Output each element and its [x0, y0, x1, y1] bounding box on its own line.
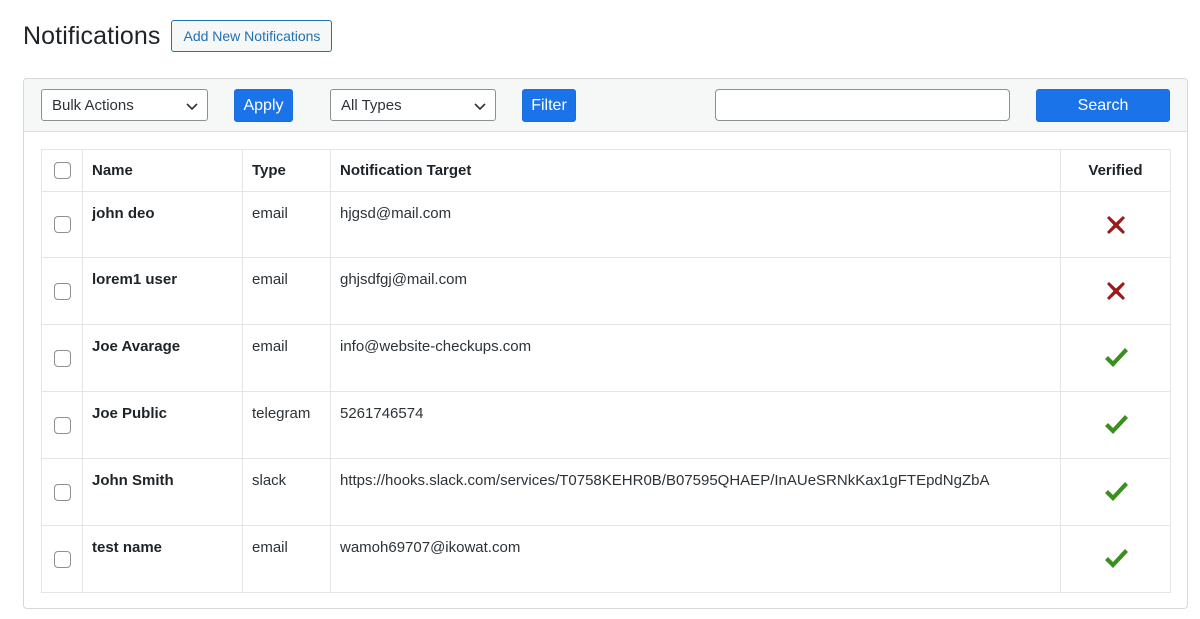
check-icon: [1104, 415, 1128, 434]
row-type: email: [242, 324, 331, 392]
types-select[interactable]: All Types: [330, 89, 496, 121]
row-type: telegram: [242, 391, 331, 459]
apply-button[interactable]: Apply: [234, 89, 293, 122]
row-verified: [1060, 525, 1171, 593]
notifications-panel: Bulk Actions Apply All Types Filter Sear…: [23, 78, 1188, 609]
row-name[interactable]: lorem1 user: [82, 257, 243, 325]
notifications-table: Name Type Notification Target Verified j…: [41, 149, 1171, 593]
table-row: test name email wamoh69707@ikowat.com: [41, 525, 1171, 593]
row-name[interactable]: Joe Public: [82, 391, 243, 459]
row-name[interactable]: John Smith: [82, 458, 243, 526]
row-select-cell: [41, 324, 83, 392]
row-checkbox[interactable]: [53, 483, 71, 501]
bulk-actions-selected: Bulk Actions: [52, 96, 134, 114]
check-icon: [1104, 549, 1128, 568]
row-select-cell: [41, 458, 83, 526]
column-header-name[interactable]: Name: [82, 149, 243, 192]
toolbar: Bulk Actions Apply All Types Filter Sear…: [24, 79, 1187, 132]
table-row: john deo email hjgsd@mail.com: [41, 191, 1171, 258]
row-type: email: [242, 191, 331, 258]
table-row: John Smith slack https://hooks.slack.com…: [41, 458, 1171, 526]
filter-button[interactable]: Filter: [522, 89, 576, 122]
row-checkbox[interactable]: [53, 216, 71, 233]
row-select-cell: [41, 525, 83, 593]
row-checkbox[interactable]: [53, 416, 71, 434]
row-type: email: [242, 257, 331, 325]
table-row: Joe Avarage email info@website-checkups.…: [41, 324, 1171, 392]
column-header-verified[interactable]: Verified: [1060, 149, 1171, 192]
check-icon: [1104, 348, 1128, 367]
column-header-target[interactable]: Notification Target: [330, 149, 1061, 192]
row-checkbox[interactable]: [53, 282, 71, 300]
notifications-table-wrap: Name Type Notification Target Verified j…: [41, 149, 1171, 593]
check-icon: [1104, 482, 1128, 501]
select-all-checkbox[interactable]: [53, 161, 71, 179]
table-body: john deo email hjgsd@mail.com lorem1 use…: [41, 191, 1171, 593]
chevron-down-icon: [474, 103, 486, 111]
table-row: lorem1 user email ghjsdfgj@mail.com: [41, 257, 1171, 325]
row-name[interactable]: test name: [82, 525, 243, 593]
row-name[interactable]: Joe Avarage: [82, 324, 243, 392]
row-verified: [1060, 458, 1171, 526]
row-target: hjgsd@mail.com: [330, 191, 1061, 258]
add-new-notifications-button[interactable]: Add New Notifications: [171, 20, 333, 52]
row-select-cell: [41, 191, 83, 258]
row-select-cell: [41, 391, 83, 459]
chevron-down-icon: [186, 103, 198, 111]
column-header-type[interactable]: Type: [242, 149, 331, 192]
row-verified: [1060, 391, 1171, 459]
row-target: ghjsdfgj@mail.com: [330, 257, 1061, 325]
row-type: slack: [242, 458, 331, 526]
table-row: Joe Public telegram 5261746574: [41, 391, 1171, 459]
types-selected: All Types: [341, 96, 402, 114]
table-header-row: Name Type Notification Target Verified: [41, 149, 1171, 192]
row-verified: [1060, 324, 1171, 392]
bulk-actions-select[interactable]: Bulk Actions: [41, 89, 208, 121]
row-checkbox[interactable]: [53, 550, 71, 568]
row-select-cell: [41, 257, 83, 325]
row-target: wamoh69707@ikowat.com: [330, 525, 1061, 593]
search-button[interactable]: Search: [1036, 89, 1170, 122]
row-name[interactable]: john deo: [82, 191, 243, 258]
cross-icon: [1106, 215, 1125, 234]
row-verified: [1060, 191, 1171, 258]
cross-icon: [1106, 282, 1125, 300]
select-all-cell: [41, 149, 83, 192]
row-type: email: [242, 525, 331, 593]
page-title: Notifications: [23, 21, 161, 50]
row-verified: [1060, 257, 1171, 325]
row-target: 5261746574: [330, 391, 1061, 459]
search-input[interactable]: [715, 89, 1010, 121]
page-header: Notifications Add New Notifications: [23, 20, 333, 52]
row-target: info@website-checkups.com: [330, 324, 1061, 392]
row-target: https://hooks.slack.com/services/T0758KE…: [330, 458, 1061, 526]
row-checkbox[interactable]: [53, 349, 71, 367]
